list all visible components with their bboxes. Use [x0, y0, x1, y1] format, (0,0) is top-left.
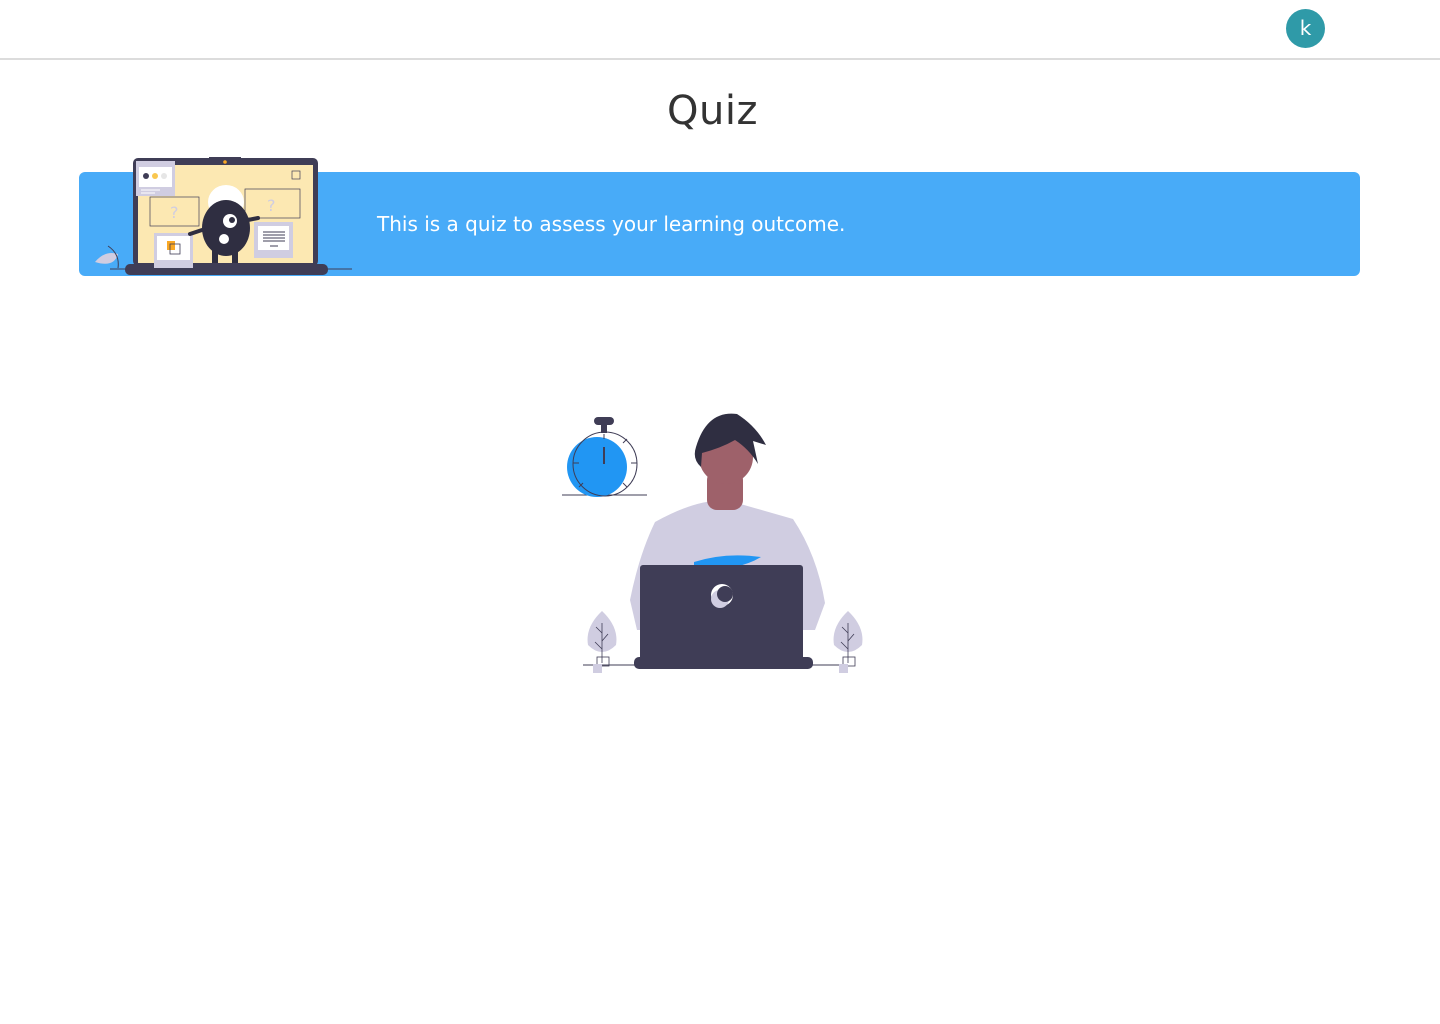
top-bar: k [0, 0, 1440, 60]
person-laptop-stopwatch-illustration-icon [562, 413, 863, 673]
svg-text:?: ? [170, 203, 179, 222]
user-avatar[interactable]: k [1286, 9, 1325, 48]
teacher-laptop-illustration-icon: ? ? [95, 157, 352, 275]
page-title: Quiz [667, 88, 758, 134]
svg-text:?: ? [267, 196, 276, 215]
banner-description: This is a quiz to assess your learning o… [377, 212, 846, 236]
